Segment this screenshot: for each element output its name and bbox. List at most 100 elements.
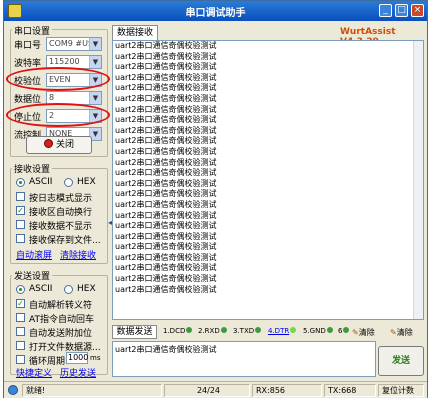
title-bar[interactable]: 串口调试助手 _ □ × [4,1,427,21]
maximize-button[interactable]: □ [395,4,408,17]
chevron-down-icon: ▼ [89,38,101,50]
cycle-unit-label: ms [90,354,101,362]
receive-line: uart2串口通信奇偶校验测试 [115,93,217,103]
receive-line: uart2串口通信奇偶校验测试 [115,146,217,156]
receive-line: uart2串口通信奇偶校验测试 [115,168,217,178]
history-send-link[interactable]: 历史发送 [60,366,96,379]
send-settings-title: 发送设置 [12,269,53,282]
receive-textarea[interactable]: uart2串口通信奇偶校验测试 uart2串口通信奇偶校验测试 uart2串口通信奇… [112,40,424,320]
left-panel: 串口设置 串口号 COM9 #USI ▼ 波特率 115200 ▼ 校验位 EVEN… [6,23,110,379]
send-toolbar: 数据发送 1.DCD 2.RXD 3.TXD 4.DTR 5.GND 6 ✎清除… [112,325,428,339]
receive-settings-title: 接收设置 [12,162,53,175]
signal-txd: 3.TXD [233,327,262,335]
signal-dcd: 1.DCD [163,327,193,335]
receive-line: uart2串口通信奇偶校验测试 [115,51,217,61]
broom-icon: ✎ [390,328,397,337]
save-to-file-label: 接收保存到文件... [29,236,101,246]
signal-6: 6 [338,327,350,335]
chevron-down-icon: ▼ [89,56,101,68]
receive-line: uart2串口通信奇偶校验测试 [115,252,217,262]
tab-data-receive[interactable]: 数据接收 [112,25,158,40]
signal-rxd: 2.RXD [198,327,227,335]
receive-line: uart2串口通信奇偶校验测试 [115,62,217,72]
cycle-period-input[interactable]: 1000 [66,352,88,364]
receive-ascii-label: ASCII [29,177,53,187]
parse-escape-checkbox[interactable]: ✓ [16,299,25,308]
status-ready: 就绪! [22,384,162,397]
save-to-file-checkbox[interactable] [16,234,25,243]
app-window: 串口调试助手 _ □ × 串口设置 串口号 COM9 #USI ▼ 波特率 115… [3,0,428,398]
append-bits-label: 自动发送附加位 [29,329,93,339]
receive-line: uart2串口通信奇偶校验测试 [115,72,217,82]
append-bits-checkbox[interactable] [16,327,25,336]
receive-line: uart2串口通信奇偶校验测试 [115,136,217,146]
receive-line: uart2串口通信奇偶校验测试 [115,231,217,241]
receive-line: uart2串口通信奇偶校验测试 [115,274,217,284]
at-enter-checkbox[interactable] [16,313,25,322]
port-select[interactable]: COM9 #USI ▼ [46,37,102,51]
close-window-button[interactable]: × [411,4,424,17]
status-bar: 就绪! 24/24 RX:856 TX:668 复位计数 [4,381,427,398]
auto-wrap-checkbox[interactable]: ✓ [16,206,25,215]
led-icon [290,327,297,333]
clear-send-button-2[interactable]: ✎清除 [390,327,413,338]
led-icon [220,327,227,333]
clear-receive-link[interactable]: 清除接收 [60,248,96,261]
signal-dtr[interactable]: 4.DTR [268,327,297,335]
highlight-annotation [6,103,110,127]
receive-line: uart2串口通信奇偶校验测试 [115,157,217,167]
close-port-button[interactable]: 关闭 [26,136,92,154]
receive-line: uart2串口通信奇偶校验测试 [115,189,217,199]
status-rx: RX:856 [252,384,322,397]
receive-line: uart2串口通信奇偶校验测试 [115,263,217,273]
receive-hex-label: HEX [77,177,96,187]
status-tx: TX:668 [324,384,376,397]
receive-hex-radio[interactable] [64,178,73,187]
log-mode-label: 按日志模式显示 [29,194,93,204]
led-icon [343,327,350,333]
highlight-annotation [6,67,110,91]
led-icon [326,327,333,333]
receive-lines: uart2串口通信奇偶校验测试 uart2串口通信奇偶校验测试 uart2串口通信奇… [113,41,423,295]
status-counter: 24/24 [164,384,250,397]
tab-data-send[interactable]: 数据发送 [112,325,157,339]
reset-count-button[interactable]: 复位计数 [378,384,424,397]
log-mode-checkbox[interactable] [16,192,25,201]
receive-line: uart2串口通信奇偶校验测试 [115,284,217,294]
settings-icon[interactable] [8,385,18,395]
serial-settings-title: 串口设置 [12,24,53,37]
hide-data-checkbox[interactable] [16,220,25,229]
minimize-button[interactable]: _ [379,4,392,17]
receive-line: uart2串口通信奇偶校验测试 [115,178,217,188]
hide-data-label: 接收数据不显示 [29,222,93,232]
send-button[interactable]: 发送 [378,346,424,376]
receive-line: uart2串口通信奇偶校验测试 [115,125,217,135]
send-hex-radio[interactable] [64,285,73,294]
parse-escape-label: 自动解析转义符 [29,301,93,311]
stop-icon [43,139,53,148]
at-enter-label: AT指令自动回车 [29,315,94,325]
receive-line: uart2串口通信奇偶校验测试 [115,104,217,114]
cycle-checkbox[interactable] [16,355,25,364]
file-source-label: 打开文件数据源... [29,343,101,353]
receive-ascii-radio[interactable] [16,178,25,187]
send-ascii-radio[interactable] [16,285,25,294]
clear-send-button-1[interactable]: ✎清除 [352,327,375,338]
receive-line: uart2串口通信奇偶校验测试 [115,221,217,231]
port-label: 串口号 [14,41,42,51]
send-textarea[interactable]: uart2串口通信奇偶校验测试 [112,341,376,377]
send-ascii-label: ASCII [29,284,53,294]
window-title: 串口调试助手 [185,8,246,19]
receive-scrollbar[interactable] [413,41,423,319]
receive-line: uart2串口通信奇偶校验测试 [115,41,217,50]
auto-scroll-link[interactable]: 自动滚屏 [16,248,52,261]
shortcut-define-link[interactable]: 快捷定义 [16,366,52,379]
file-source-checkbox[interactable] [16,341,25,350]
receive-line: uart2串口通信奇偶校验测试 [115,83,217,93]
broom-icon: ✎ [352,328,359,337]
receive-line: uart2串口通信奇偶校验测试 [115,242,217,252]
led-icon [186,327,193,333]
send-hex-label: HEX [77,284,96,294]
signal-gnd: 5.GND [303,327,333,335]
receive-line: uart2串口通信奇偶校验测试 [115,199,217,209]
